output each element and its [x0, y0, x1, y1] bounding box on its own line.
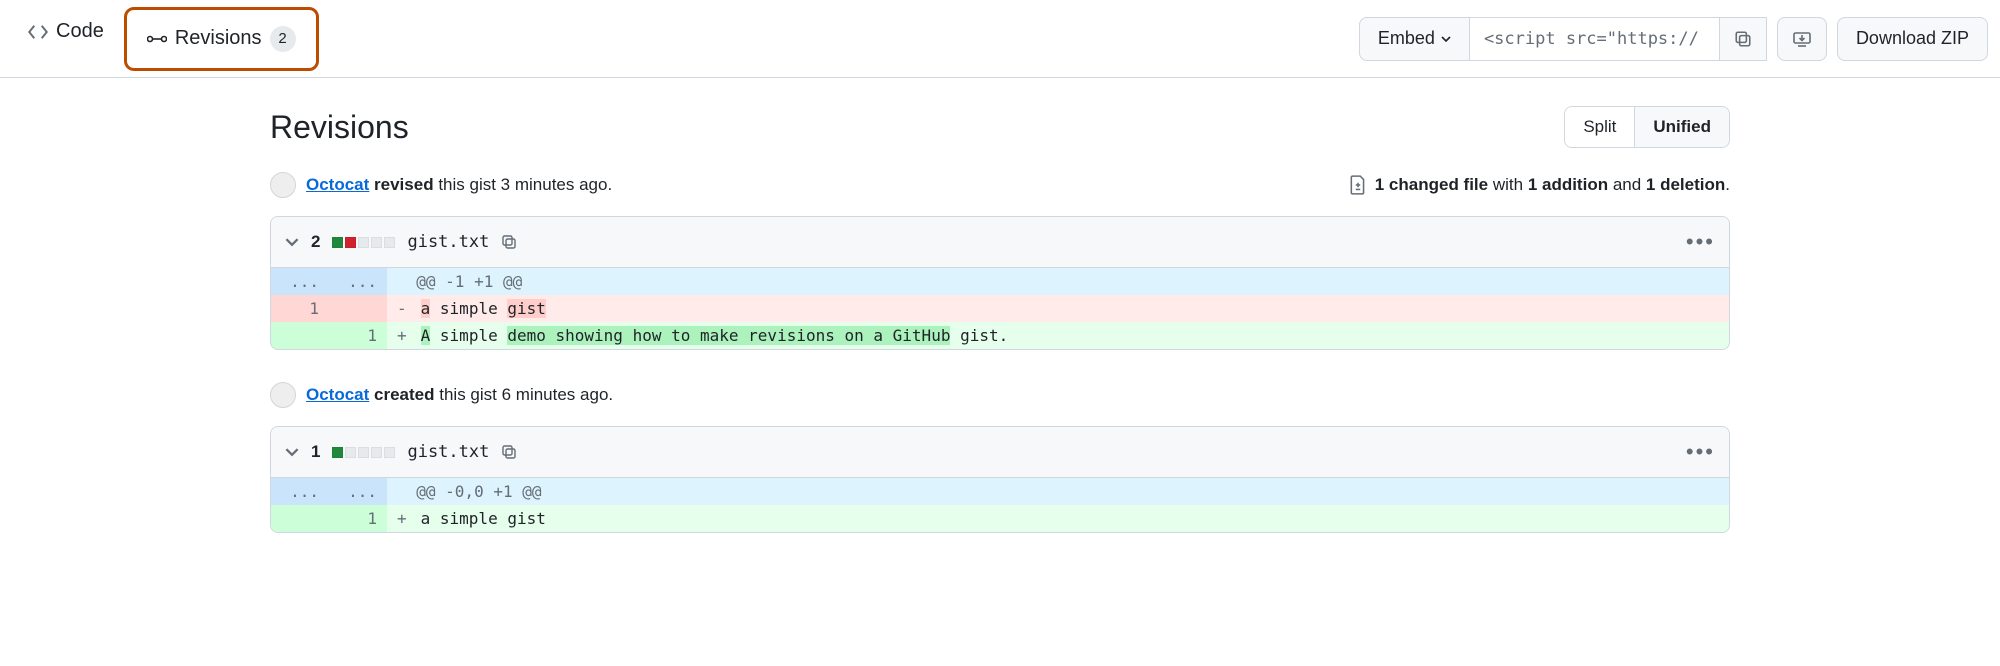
tab-code-label: Code [56, 20, 104, 43]
revision-meta: Octocat created this gist 6 minutes ago. [270, 382, 1730, 408]
file-header: 2 gist.txt ••• [271, 217, 1729, 268]
embed-label: Embed [1378, 28, 1435, 49]
revisions-count-badge: 2 [270, 26, 296, 52]
top-tab-bar: Code Revisions 2 Embed <script src="http… [0, 0, 2000, 78]
revisions-icon [147, 32, 167, 46]
open-desktop-button[interactable] [1777, 17, 1827, 61]
file-diff: 2 gist.txt ••• ...... @@ -1 +1 @@1- a simpl… [270, 216, 1730, 350]
revision-action: created [374, 385, 434, 404]
copy-embed-button[interactable] [1720, 17, 1767, 61]
tab-revisions[interactable]: Revisions 2 [124, 7, 319, 71]
diff-view-toggle: Split Unified [1564, 106, 1730, 148]
file-diff-icon [1349, 175, 1367, 195]
copy-icon [1734, 30, 1752, 48]
file-menu-button[interactable]: ••• [1686, 229, 1715, 255]
view-unified-button[interactable]: Unified [1634, 107, 1729, 147]
diff-table: ...... @@ -0,0 +1 @@1+ a simple gist [271, 478, 1729, 532]
code-icon [28, 22, 48, 42]
hunk-text: @@ -0,0 +1 @@ [387, 478, 1729, 505]
revision-tail: this gist 6 minutes ago. [439, 385, 613, 404]
revision-tail: this gist 3 minutes ago. [438, 175, 612, 194]
file-header: 1 gist.txt ••• [271, 427, 1729, 478]
chevron-down-icon[interactable] [285, 445, 299, 459]
diff-line: 1+ a simple gist [271, 505, 1729, 532]
revision-action: revised [374, 175, 434, 194]
avatar[interactable] [270, 382, 296, 408]
tab-code[interactable]: Code [8, 7, 124, 59]
embed-dropdown[interactable]: Embed [1359, 17, 1470, 61]
file-menu-button[interactable]: ••• [1686, 439, 1715, 465]
embed-url-field[interactable]: <script src="https:// [1470, 17, 1720, 61]
download-zip-label: Download ZIP [1856, 28, 1969, 49]
copy-path-button[interactable] [501, 234, 517, 250]
author-link[interactable]: Octocat [306, 175, 369, 194]
hunk-header: ...... @@ -1 +1 @@ [271, 268, 1729, 295]
diff-line: 1+ A simple demo showing how to make rev… [271, 322, 1729, 349]
desktop-download-icon [1792, 29, 1812, 49]
author-link[interactable]: Octocat [306, 385, 369, 404]
diff-table: ...... @@ -1 +1 @@1- a simple gist1+ A s… [271, 268, 1729, 349]
hunk-text: @@ -1 +1 @@ [387, 268, 1729, 295]
file-change-count: 1 [311, 442, 320, 462]
revision-meta: Octocat revised this gist 3 minutes ago.… [270, 172, 1730, 198]
chevron-down-icon[interactable] [285, 235, 299, 249]
download-zip-button[interactable]: Download ZIP [1837, 17, 1988, 61]
embed-group: Embed <script src="https:// [1359, 17, 1767, 61]
avatar[interactable] [270, 172, 296, 198]
view-split-button[interactable]: Split [1565, 107, 1634, 147]
page-title: Revisions [270, 109, 409, 146]
diffstat [332, 447, 395, 458]
revision-stats: 1 changed file with 1 addition and 1 del… [1349, 175, 1730, 195]
file-diff: 1 gist.txt ••• ...... @@ -0,0 +1 @@1+ a sim… [270, 426, 1730, 533]
diff-line: 1- a simple gist [271, 295, 1729, 322]
file-name[interactable]: gist.txt [407, 442, 489, 462]
file-change-count: 2 [311, 232, 320, 252]
caret-down-icon [1441, 36, 1451, 42]
tab-revisions-label: Revisions [175, 27, 262, 50]
diffstat [332, 237, 395, 248]
copy-path-button[interactable] [501, 444, 517, 460]
hunk-header: ...... @@ -0,0 +1 @@ [271, 478, 1729, 505]
file-name[interactable]: gist.txt [407, 232, 489, 252]
